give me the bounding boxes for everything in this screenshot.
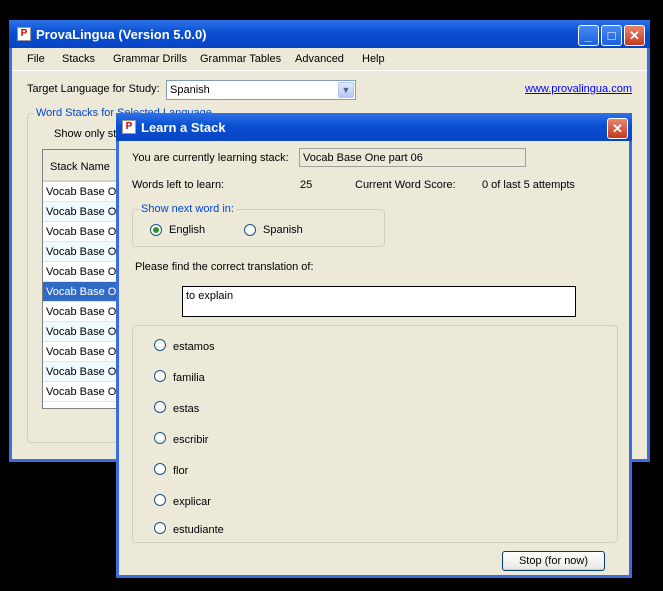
menu-grammar-drills[interactable]: Grammar Drills <box>113 53 187 65</box>
prompt-word: to explain <box>186 290 234 302</box>
answer-label[interactable]: estudiante <box>173 524 224 536</box>
answer-radio[interactable] <box>154 522 166 534</box>
minimize-button[interactable]: _ <box>578 25 599 46</box>
stack-row[interactable]: Vocab Base On <box>43 322 127 342</box>
maximize-button[interactable]: □ <box>601 25 622 46</box>
answer-radio[interactable] <box>154 339 166 351</box>
answer-label[interactable]: explicar <box>173 496 211 508</box>
dialog-title-bar[interactable]: P Learn a Stack ✕ <box>116 113 632 141</box>
stack-row-label: Vocab Base On <box>46 306 123 318</box>
currently-learning-field: Vocab Base One part 06 <box>299 148 526 167</box>
radio-english[interactable] <box>150 224 162 236</box>
stack-row[interactable]: Vocab Base On <box>43 242 127 262</box>
dialog-close-button[interactable]: ✕ <box>607 118 628 139</box>
stack-row-label: Vocab Base On <box>46 286 123 298</box>
stack-row-label: Vocab Base On <box>46 366 123 378</box>
stack-row-label: Vocab Base On <box>46 226 123 238</box>
stack-row[interactable]: Vocab Base On <box>43 202 127 222</box>
target-language-label: Target Language for Study: <box>27 83 160 95</box>
main-title-bar[interactable]: P ProvaLingua (Version 5.0.0) _ □ ✕ <box>9 20 650 48</box>
answer-radio[interactable] <box>154 494 166 506</box>
answer-label[interactable]: familia <box>173 372 205 384</box>
dialog-title: Learn a Stack <box>141 120 226 135</box>
stack-row[interactable]: Vocab Base On <box>43 382 127 402</box>
menu-stacks[interactable]: Stacks <box>62 53 95 65</box>
stack-row[interactable]: Vocab Base On <box>43 222 127 242</box>
stack-name-header-label: Stack Name <box>50 161 110 173</box>
stack-row-label: Vocab Base On <box>46 186 123 198</box>
currently-learning-value: Vocab Base One part 06 <box>303 152 423 164</box>
answer-radio[interactable] <box>154 401 166 413</box>
words-left-label: Words left to learn: <box>132 179 225 191</box>
close-button[interactable]: ✕ <box>624 25 645 46</box>
stack-row-label: Vocab Base On <box>46 346 123 358</box>
answer-radio[interactable] <box>154 432 166 444</box>
learn-stack-dialog: P Learn a Stack ✕ You are currently lear… <box>116 113 632 578</box>
stack-row-label: Vocab Base On <box>46 386 123 398</box>
main-window-title: ProvaLingua (Version 5.0.0) <box>36 27 207 42</box>
menu-bar: File Stacks Grammar Drills Grammar Table… <box>12 48 647 71</box>
menu-grammar-tables[interactable]: Grammar Tables <box>200 53 281 65</box>
answer-label[interactable]: escribir <box>173 434 208 446</box>
radio-spanish-label[interactable]: Spanish <box>263 224 303 236</box>
stack-row-label: Vocab Base On <box>46 246 123 258</box>
target-language-value: Spanish <box>170 84 210 96</box>
menu-help[interactable]: Help <box>362 53 385 65</box>
prompt-word-box: to explain <box>182 286 576 317</box>
website-link[interactable]: www.provalingua.com <box>525 83 632 95</box>
answer-label[interactable]: estas <box>173 403 199 415</box>
answer-label[interactable]: estamos <box>173 341 215 353</box>
radio-spanish[interactable] <box>244 224 256 236</box>
answer-radio[interactable] <box>154 463 166 475</box>
stack-row[interactable]: Vocab Base On <box>43 262 127 282</box>
chevron-down-icon[interactable]: ▼ <box>338 82 354 98</box>
prompt-label: Please find the correct translation of: <box>135 261 314 273</box>
stack-row[interactable]: Vocab Base On <box>43 342 127 362</box>
menu-advanced[interactable]: Advanced <box>295 53 344 65</box>
show-only-label: Show only sta <box>54 128 123 140</box>
current-score-label: Current Word Score: <box>355 179 456 191</box>
stack-row[interactable]: Vocab Base On <box>43 282 127 302</box>
currently-learning-label: You are currently learning stack: <box>132 152 289 164</box>
provalingua-app-icon: P <box>122 120 136 134</box>
answer-radio[interactable] <box>154 370 166 382</box>
stop-button-label: Stop (for now) <box>518 555 589 567</box>
target-language-select[interactable]: Spanish ▼ <box>166 80 356 100</box>
stack-row-label: Vocab Base On <box>46 326 123 338</box>
menu-file[interactable]: File <box>27 53 45 65</box>
stop-button[interactable]: Stop (for now) <box>502 551 605 571</box>
provalingua-app-icon: P <box>17 27 31 41</box>
current-score-value: 0 of last 5 attempts <box>482 179 575 191</box>
show-next-word-group-label: Show next word in: <box>139 203 236 215</box>
stack-row-label: Vocab Base On <box>46 206 123 218</box>
stack-row[interactable]: Vocab Base On <box>43 362 127 382</box>
stack-row-label: Vocab Base On <box>46 266 123 278</box>
answer-label[interactable]: flor <box>173 465 188 477</box>
stack-name-column-header[interactable]: Stack Name <box>43 150 127 182</box>
radio-english-label[interactable]: English <box>169 224 205 236</box>
words-left-value: 25 <box>300 179 313 191</box>
stack-row[interactable]: Vocab Base On <box>43 182 127 202</box>
stack-row[interactable]: Vocab Base On <box>43 302 127 322</box>
